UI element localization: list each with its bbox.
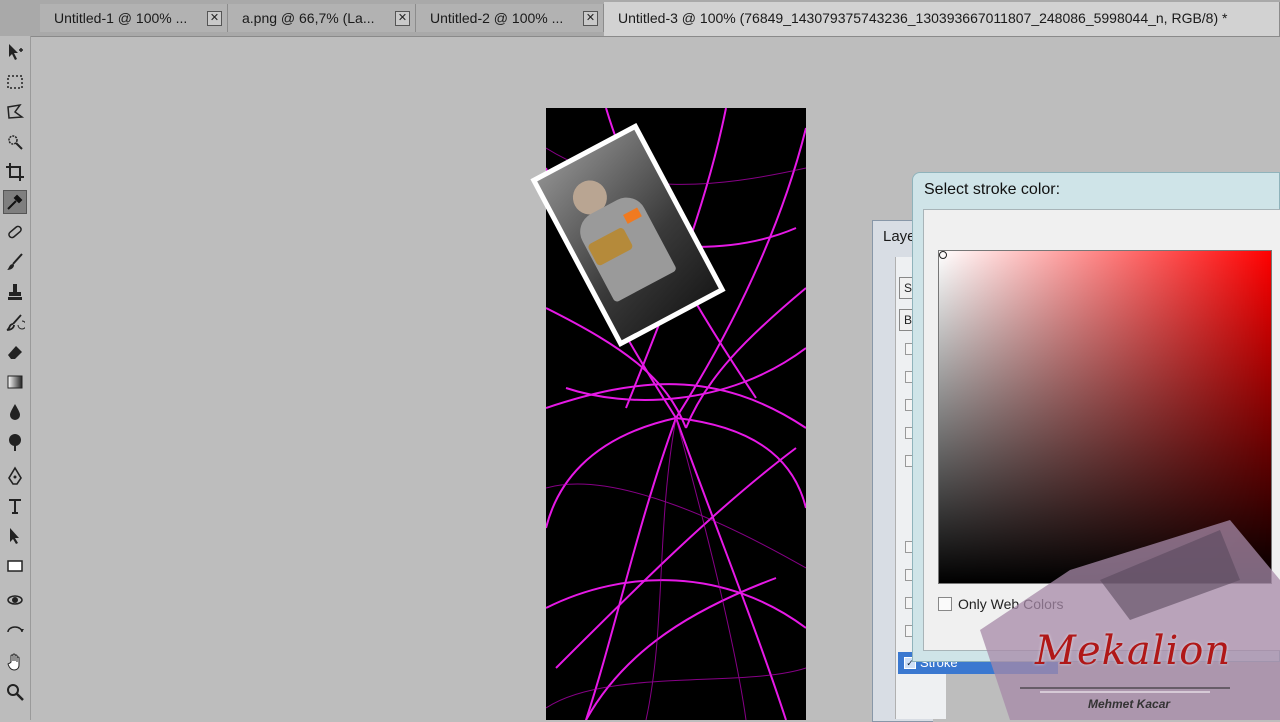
only-web-colors-checkbox[interactable] — [938, 597, 952, 611]
hand-icon[interactable] — [3, 650, 27, 674]
tab-label: Untitled-3 @ 100% (76849_143079375743236… — [618, 10, 1228, 26]
clone-stamp-icon[interactable] — [3, 280, 27, 304]
eyedropper-icon[interactable] — [3, 190, 27, 214]
crop-icon[interactable] — [3, 160, 27, 184]
3d-rotate-icon[interactable] — [3, 588, 27, 612]
path-select-icon[interactable] — [3, 524, 27, 548]
pen-icon[interactable] — [3, 464, 27, 488]
close-icon[interactable]: ✕ — [583, 11, 598, 26]
gradient-icon[interactable] — [3, 370, 27, 394]
watermark-subtitle: Mehmet Kacar — [1088, 697, 1171, 711]
tab-label: Untitled-1 @ 100% ... — [54, 10, 188, 26]
move-icon[interactable] — [3, 40, 27, 64]
blur-icon[interactable] — [3, 400, 27, 424]
close-icon[interactable]: ✕ — [395, 11, 410, 26]
marquee-icon[interactable] — [3, 70, 27, 94]
history-brush-icon[interactable] — [3, 310, 27, 334]
document-tab-bar: Untitled-1 @ 100% ... ✕ a.png @ 66,7% (L… — [0, 0, 1280, 37]
3d-orbit-icon[interactable] — [3, 618, 27, 642]
watermark-title: Mekalion — [1035, 628, 1232, 674]
zoom-icon[interactable] — [3, 680, 27, 704]
tab-untitled-1[interactable]: Untitled-1 @ 100% ... ✕ — [40, 4, 228, 32]
tab-untitled-3[interactable]: Untitled-3 @ 100% (76849_143079375743236… — [604, 2, 1280, 36]
tab-a-png[interactable]: a.png @ 66,7% (La... ✕ — [228, 4, 416, 32]
dialog-title: Select stroke color: — [924, 181, 1061, 198]
tab-label: Untitled-2 @ 100% ... — [430, 10, 564, 26]
dodge-icon[interactable] — [3, 430, 27, 454]
tab-untitled-2[interactable]: Untitled-2 @ 100% ... ✕ — [416, 4, 604, 32]
close-icon[interactable]: ✕ — [207, 11, 222, 26]
tools-panel — [0, 36, 31, 720]
rectangle-icon[interactable] — [3, 554, 27, 578]
watermark-logo — [980, 520, 1280, 720]
eraser-icon[interactable] — [3, 340, 27, 364]
type-icon[interactable] — [3, 494, 27, 518]
healing-brush-icon[interactable] — [3, 220, 27, 244]
quick-select-icon[interactable] — [3, 130, 27, 154]
dialog-title: Laye — [883, 228, 916, 245]
brush-icon[interactable] — [3, 250, 27, 274]
lasso-icon[interactable] — [3, 100, 27, 124]
tab-label: a.png @ 66,7% (La... — [242, 10, 375, 26]
color-field-cursor[interactable] — [939, 251, 947, 259]
